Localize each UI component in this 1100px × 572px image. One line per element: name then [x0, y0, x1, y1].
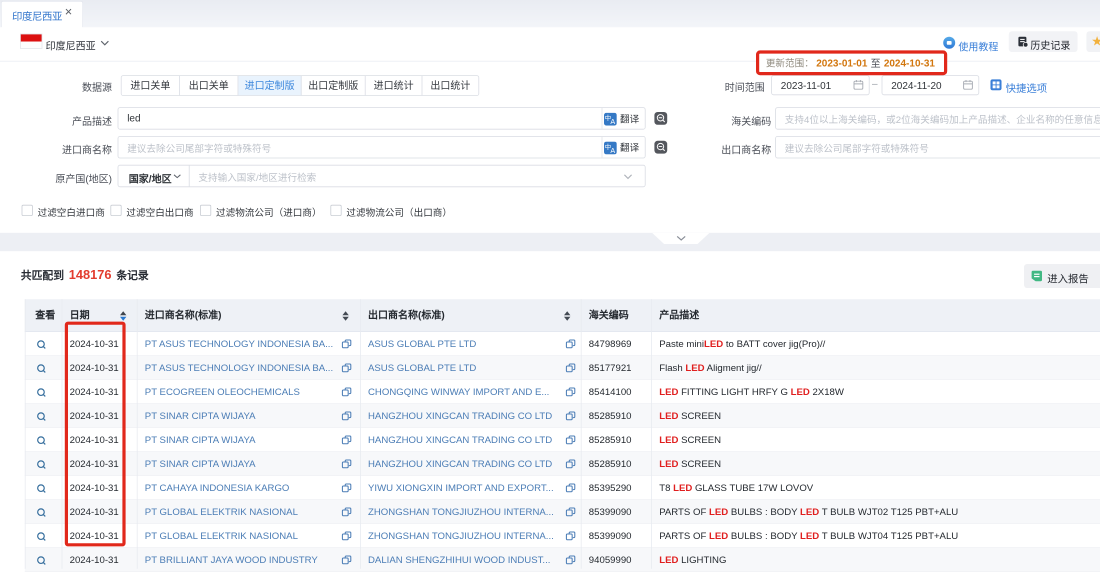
svg-text:A: A — [610, 117, 615, 126]
svg-text:A: A — [610, 145, 615, 154]
